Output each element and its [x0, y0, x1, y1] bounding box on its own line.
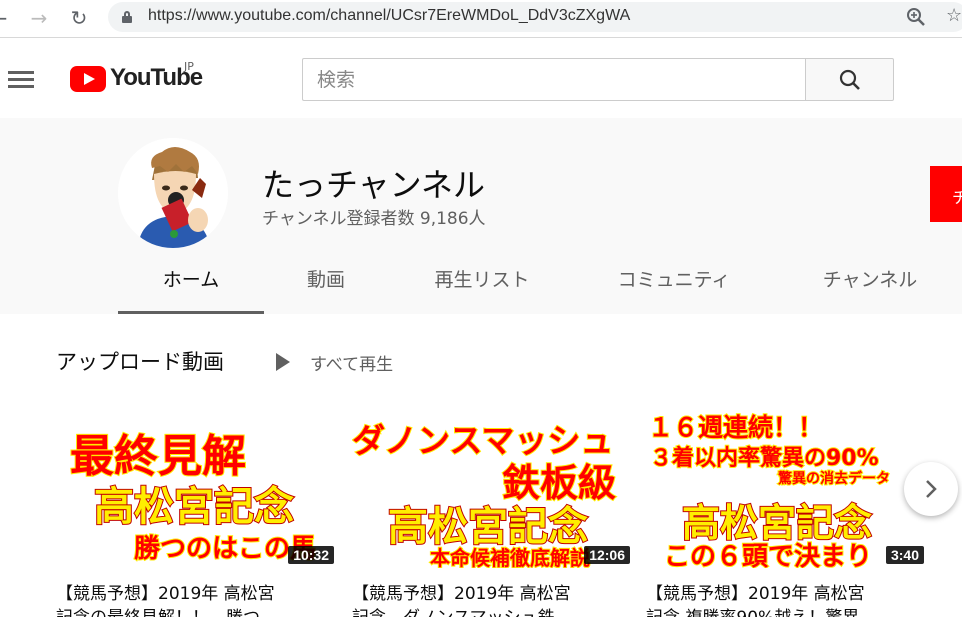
subscribe-button[interactable]: チ — [930, 166, 962, 222]
video-thumbnail[interactable]: ダノンスマッシュ 鉄板級 高松宮記念 本命候補徹底解説 12:06 — [352, 408, 634, 568]
thumb-text: 高松宮記念 — [93, 483, 295, 531]
video-title-line: 【競馬予想】2019年 高松宮 — [56, 584, 275, 604]
search-box — [302, 58, 894, 101]
uploads-section-title[interactable]: アップロード動画 — [56, 346, 224, 376]
search-icon — [839, 69, 860, 90]
video-duration: 12:06 — [584, 546, 630, 564]
logo-region: JP — [184, 60, 194, 73]
forward-arrow-icon[interactable]: → — [26, 5, 52, 31]
url-text[interactable]: https://www.youtube.com/channel/UCsr7Ere… — [148, 7, 630, 25]
tab-home[interactable]: ホーム — [118, 258, 264, 314]
youtube-play-icon — [70, 66, 106, 92]
video-title[interactable]: 【競馬予想】2019年 高松宮 記念 複勝率90%越え！驚異 — [646, 582, 928, 617]
page: ← → ↻ https://www.youtube.com/channel/UC… — [0, 0, 962, 617]
tab-playlists[interactable]: 再生リスト — [422, 258, 542, 314]
search-button[interactable] — [805, 58, 894, 101]
channel-avatar[interactable] — [118, 138, 228, 248]
video-title-line: 記念の最終見解！！ 勝つ — [56, 606, 338, 617]
thumb-text: 驚異の消去データ — [777, 470, 891, 488]
thumb-text: 本命候補徹底解説 — [429, 545, 591, 568]
bookmark-star-icon[interactable]: ☆ — [946, 5, 962, 26]
video-duration: 3:40 — [885, 546, 924, 564]
menu-icon[interactable] — [8, 71, 34, 89]
chevron-right-icon — [926, 480, 937, 498]
youtube-masthead: YouTube JP — [0, 38, 962, 118]
subscriber-count: チャンネル登録者数 9,186人 — [262, 209, 486, 229]
play-icon — [276, 353, 290, 371]
video-thumbnail[interactable]: １６週連続！！ ３着以内率驚異の90% 驚異の消去データ 高松宮記念 この６頭で… — [646, 408, 928, 568]
search-input[interactable] — [302, 58, 805, 101]
channel-name: たっチャンネル — [262, 166, 486, 204]
reload-icon[interactable]: ↻ — [66, 5, 92, 31]
video-title-line: 【競馬予想】2019年 高松宮 — [646, 584, 865, 604]
play-all-label: すべて再生 — [310, 355, 394, 375]
shelf-next-button[interactable] — [904, 462, 958, 516]
video-title-line: 【競馬予想】2019年 高松宮 — [352, 584, 571, 604]
browser-address-bar: ← → ↻ https://www.youtube.com/channel/UC… — [0, 0, 962, 38]
video-thumbnail[interactable]: 最終見解 高松宮記念 勝つのはこの馬 10:32 — [56, 408, 338, 568]
tab-community[interactable]: コミュニティ — [606, 258, 742, 314]
video-title[interactable]: 【競馬予想】2019年 高松宮 記念の最終見解！！ 勝つ — [56, 582, 338, 617]
zoom-icon[interactable] — [906, 7, 926, 27]
lock-icon — [122, 11, 132, 23]
thumb-text: １６週連続！！ — [647, 412, 824, 443]
video-title-line: 記念 ダノンスマッシュ鉄 — [352, 606, 634, 617]
back-arrow-icon[interactable]: ← — [0, 5, 12, 31]
thumb-text: この６頭で決まり — [663, 541, 873, 568]
tab-channels[interactable]: チャンネル — [808, 258, 932, 314]
video-title[interactable]: 【競馬予想】2019年 高松宮 記念 ダノンスマッシュ鉄 — [352, 582, 634, 617]
avatar-illustration — [118, 138, 228, 248]
video-duration: 10:32 — [288, 546, 334, 564]
channel-header: たっチャンネル チャンネル登録者数 9,186人 チ ホーム 動画 再生リスト … — [0, 118, 962, 314]
video-title-line: 記念 複勝率90%越え！驚異 — [646, 606, 928, 617]
tab-videos[interactable]: 動画 — [286, 258, 366, 314]
url-box[interactable]: https://www.youtube.com/channel/UCsr7Ere… — [108, 2, 962, 32]
